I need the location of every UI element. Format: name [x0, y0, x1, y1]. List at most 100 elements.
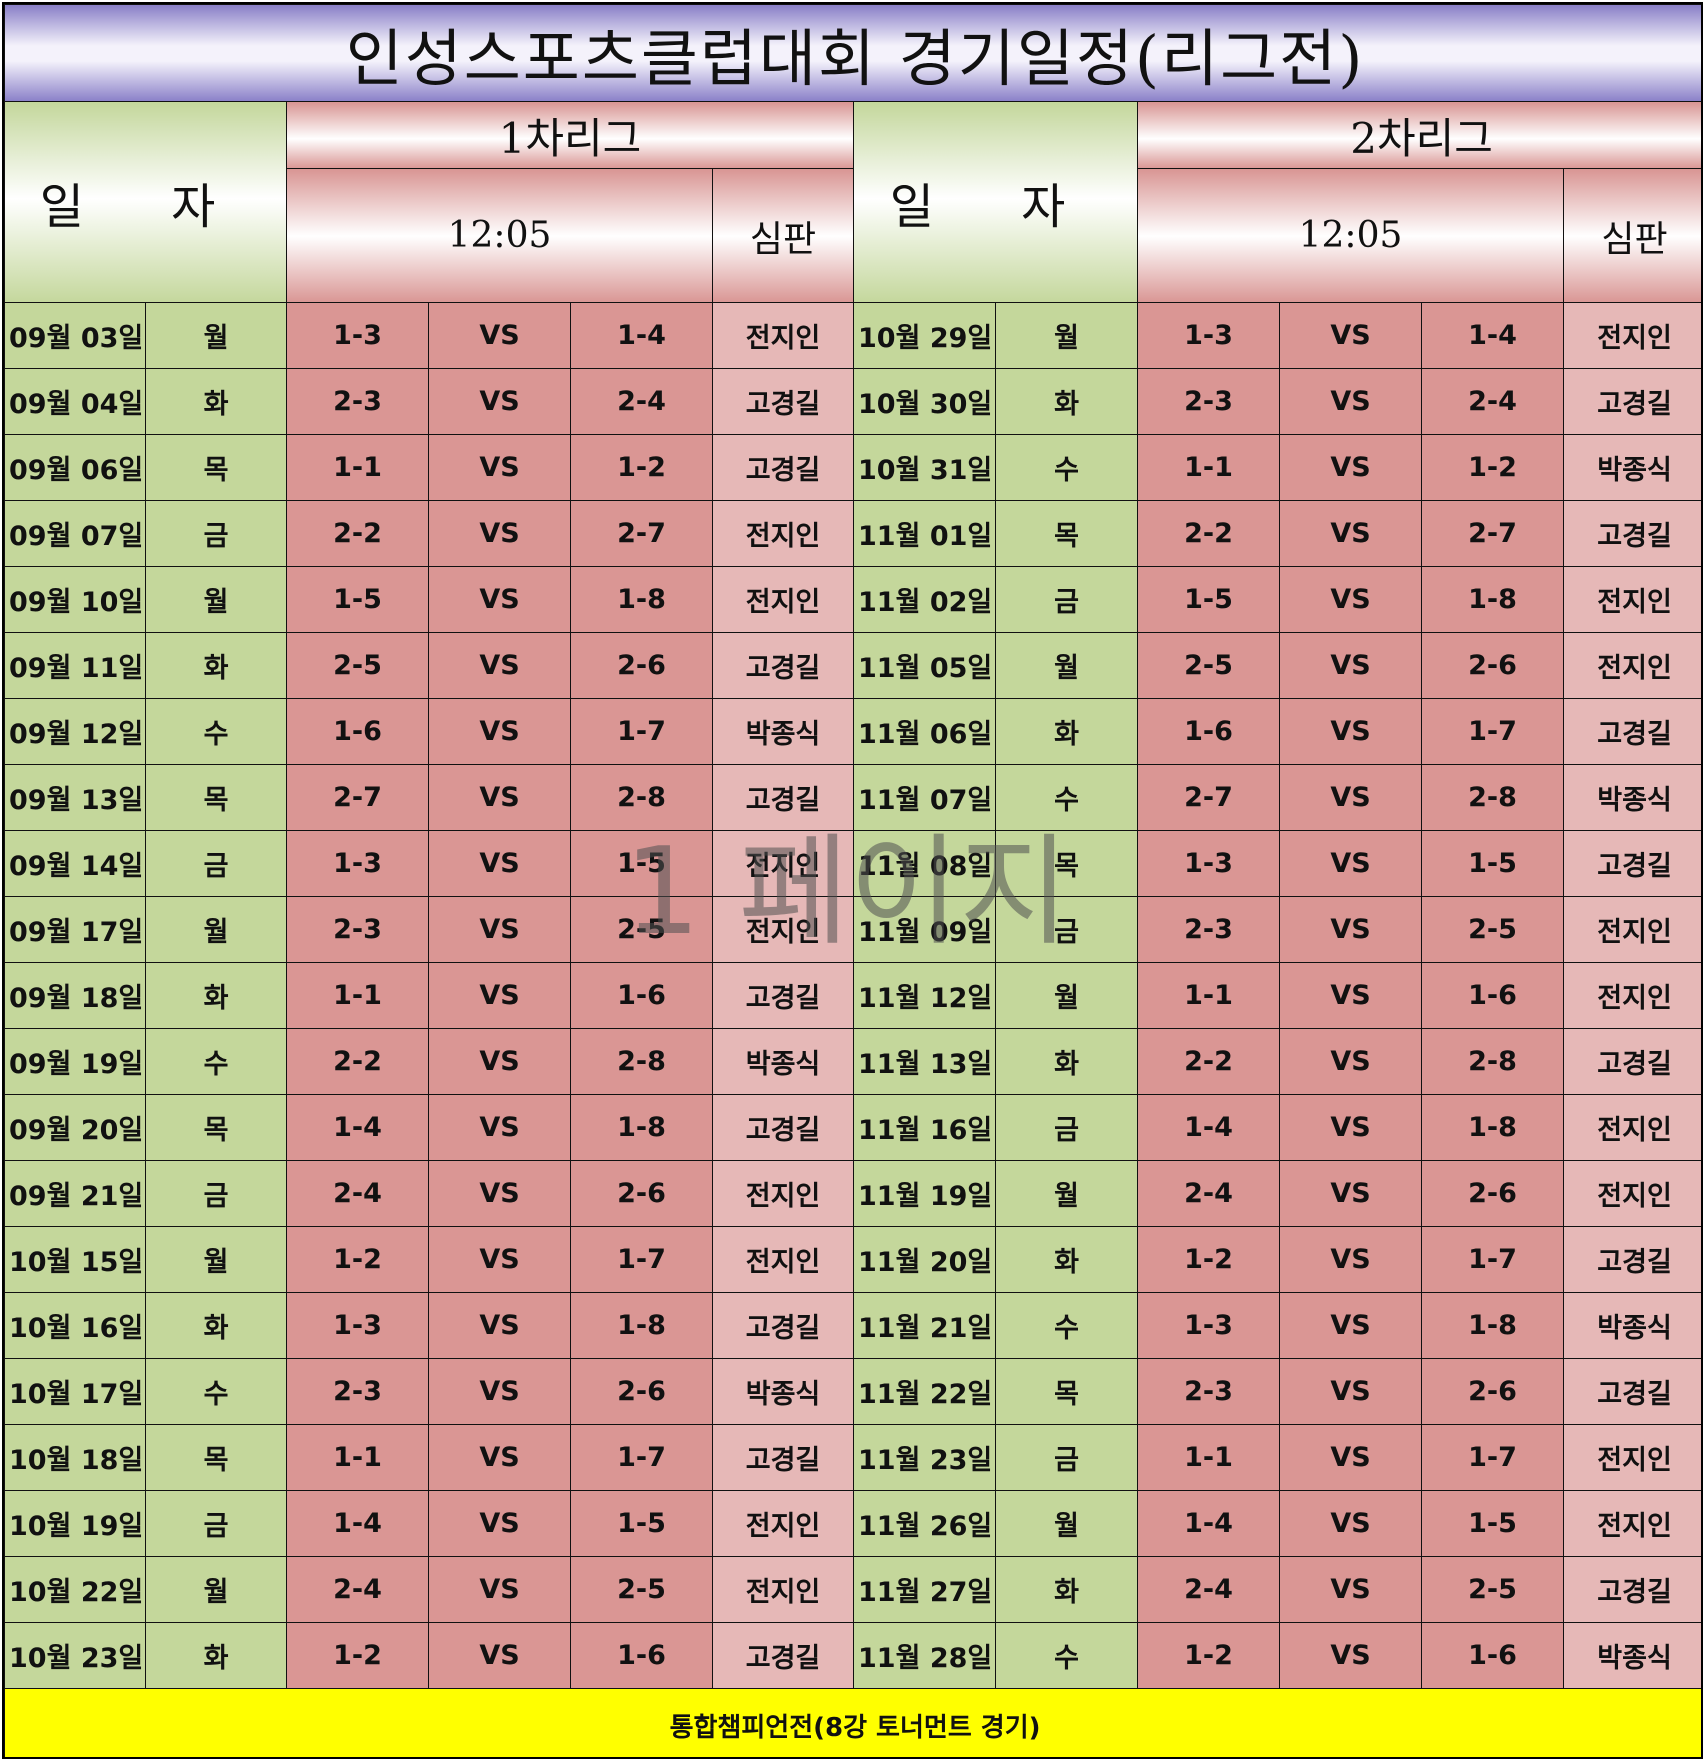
league1-away-team-cell: 1-7 — [570, 1226, 713, 1293]
league2-day-cell: 수 — [995, 1292, 1138, 1359]
league2-date-cell: 11월 13일 — [853, 1028, 996, 1095]
footer-banner: 통합챔피언전(8강 토너먼트 경기) — [4, 1688, 1701, 1757]
league2-vs-cell: VS — [1279, 1358, 1422, 1425]
league1-date-cell: 09월 11일 — [4, 632, 146, 699]
league1-day-cell: 월 — [145, 896, 287, 963]
league2-date-cell: 11월 02일 — [853, 566, 996, 633]
league2-vs-cell: VS — [1279, 500, 1422, 567]
league2-day-cell: 화 — [995, 1226, 1138, 1293]
league2-home-team-cell: 2-3 — [1137, 896, 1280, 963]
league2-referee-cell: 전지인 — [1562, 632, 1701, 699]
league2-away-team-cell: 2-8 — [1421, 1028, 1564, 1095]
table-row: 10월 19일 금 1-4 VS 1-5 전지인 11월 26일 월 1-4 VS 1-5 전지인 — [4, 1490, 1701, 1557]
league1-away-team-cell: 2-8 — [570, 1028, 713, 1095]
league2-referee-cell: 박종식 — [1562, 434, 1701, 501]
league1-home-team-cell: 1-3 — [286, 830, 429, 897]
date-header-right: 일 자 — [853, 101, 1138, 303]
league2-away-team-cell: 1-8 — [1421, 1094, 1564, 1161]
league2-home-team-cell: 1-1 — [1137, 1424, 1280, 1491]
page-title: 인성스포츠클럽대회 경기일정(리그전) — [4, 4, 1701, 102]
league2-away-team-cell: 2-6 — [1421, 1160, 1564, 1227]
league1-day-cell: 월 — [145, 302, 287, 369]
league1-day-cell: 금 — [145, 1490, 287, 1557]
league2-referee-cell: 박종식 — [1562, 1292, 1701, 1359]
table-row: 09월 14일 금 1-3 VS 1-5 전지인 11월 08일 목 1-3 VS 1-5 고경길 — [4, 830, 1701, 897]
table-row: 09월 20일 목 1-4 VS 1-8 고경길 11월 16일 금 1-4 VS 1-8 전지인 — [4, 1094, 1701, 1161]
league2-referee-cell: 고경길 — [1562, 1556, 1701, 1623]
league2-day-cell: 목 — [995, 830, 1138, 897]
table-row: 09월 13일 목 2-7 VS 2-8 고경길 11월 07일 수 2-7 VS 2-8 박종식 — [4, 764, 1701, 831]
league1-vs-cell: VS — [428, 500, 571, 567]
league1-vs-cell: VS — [428, 896, 571, 963]
league1-date-cell: 10월 18일 — [4, 1424, 146, 1491]
league2-day-cell: 금 — [995, 1094, 1138, 1161]
league2-vs-cell: VS — [1279, 1028, 1422, 1095]
table-row: 09월 18일 화 1-1 VS 1-6 고경길 11월 12일 월 1-1 VS 1-6 전지인 — [4, 962, 1701, 1029]
league2-referee-cell: 전지인 — [1562, 1094, 1701, 1161]
league2-home-team-cell: 2-5 — [1137, 632, 1280, 699]
league2-vs-cell: VS — [1279, 1622, 1422, 1689]
league2-day-cell: 수 — [995, 764, 1138, 831]
league1-referee-cell: 고경길 — [712, 434, 854, 501]
league2-vs-cell: VS — [1279, 1556, 1422, 1623]
league2-away-team-cell: 1-7 — [1421, 1424, 1564, 1491]
league1-day-cell: 수 — [145, 698, 287, 765]
league1-referee-cell: 전지인 — [712, 1226, 854, 1293]
league2-date-cell: 11월 06일 — [853, 698, 996, 765]
league1-vs-cell: VS — [428, 1490, 571, 1557]
league2-away-team-cell: 2-7 — [1421, 500, 1564, 567]
table-row: 10월 17일 수 2-3 VS 2-6 박종식 11월 22일 목 2-3 VS 2-6 고경길 — [4, 1358, 1701, 1425]
league2-header: 2차리그 — [1136, 101, 1701, 169]
league1-away-team-cell: 2-6 — [570, 1358, 713, 1425]
league1-home-team-cell: 2-5 — [286, 632, 429, 699]
league2-vs-cell: VS — [1279, 632, 1422, 699]
league1-referee-cell: 박종식 — [712, 1028, 854, 1095]
league2-date-cell: 11월 12일 — [853, 962, 996, 1029]
league1-vs-cell: VS — [428, 1226, 571, 1293]
table-row: 09월 06일 목 1-1 VS 1-2 고경길 10월 31일 수 1-1 VS 1-2 박종식 — [4, 434, 1701, 501]
league1-home-team-cell: 2-7 — [286, 764, 429, 831]
league2-away-team-cell: 2-6 — [1421, 1358, 1564, 1425]
league1-date-cell: 09월 18일 — [4, 962, 146, 1029]
league1-referee-cell: 고경길 — [712, 1622, 854, 1689]
league2-referee-cell: 고경길 — [1562, 698, 1701, 765]
league1-date-cell: 09월 10일 — [4, 566, 146, 633]
league2-referee-cell: 전지인 — [1562, 896, 1701, 963]
league2-home-team-cell: 1-5 — [1137, 566, 1280, 633]
league2-away-team-cell: 1-5 — [1421, 830, 1564, 897]
date-header-left: 일 자 — [4, 101, 287, 303]
league1-away-team-cell: 1-8 — [570, 566, 713, 633]
league1-referee-cell: 고경길 — [712, 962, 854, 1029]
table-row: 09월 21일 금 2-4 VS 2-6 전지인 11월 19일 월 2-4 VS 2-6 전지인 — [4, 1160, 1701, 1227]
league1-date-cell: 10월 23일 — [4, 1622, 146, 1689]
league2-home-team-cell: 2-2 — [1137, 1028, 1280, 1095]
league2-home-team-cell: 1-6 — [1137, 698, 1280, 765]
league1-date-cell: 10월 16일 — [4, 1292, 146, 1359]
league1-vs-cell: VS — [428, 962, 571, 1029]
league2-day-cell: 월 — [995, 302, 1138, 369]
league2-date-cell: 11월 19일 — [853, 1160, 996, 1227]
league2-referee-cell: 고경길 — [1562, 368, 1701, 435]
table-row: 09월 12일 수 1-6 VS 1-7 박종식 11월 06일 화 1-6 VS 1-7 고경길 — [4, 698, 1701, 765]
league1-day-cell: 월 — [145, 566, 287, 633]
league2-date-cell: 11월 28일 — [853, 1622, 996, 1689]
league1-away-team-cell: 1-7 — [570, 1424, 713, 1491]
league2-away-team-cell: 1-7 — [1421, 698, 1564, 765]
league2-away-team-cell: 1-4 — [1421, 302, 1564, 369]
league2-referee-cell: 고경길 — [1562, 1358, 1701, 1425]
table-row: 09월 11일 화 2-5 VS 2-6 고경길 11월 05일 월 2-5 VS 2-6 전지인 — [4, 632, 1701, 699]
league1-referee-cell: 전지인 — [712, 566, 854, 633]
league1-home-team-cell: 2-3 — [286, 896, 429, 963]
league1-away-team-cell: 2-5 — [570, 896, 713, 963]
league1-away-team-cell: 1-8 — [570, 1292, 713, 1359]
league1-referee-cell: 전지인 — [712, 302, 854, 369]
league2-date-cell: 10월 29일 — [853, 302, 996, 369]
league2-day-cell: 월 — [995, 1490, 1138, 1557]
league1-home-team-cell: 2-3 — [286, 368, 429, 435]
league2-referee-cell: 박종식 — [1562, 764, 1701, 831]
league1-home-team-cell: 1-3 — [286, 1292, 429, 1359]
league2-date-cell: 11월 27일 — [853, 1556, 996, 1623]
table-row: 09월 10일 월 1-5 VS 1-8 전지인 11월 02일 금 1-5 VS 1-8 전지인 — [4, 566, 1701, 633]
league1-away-team-cell: 1-6 — [570, 962, 713, 1029]
league2-referee-cell: 전지인 — [1562, 962, 1701, 1029]
